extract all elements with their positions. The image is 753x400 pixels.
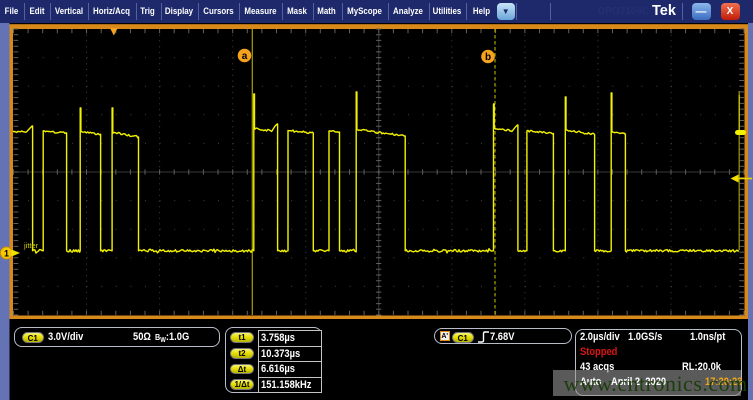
svg-text:jitter: jitter [23,241,39,250]
svg-text:1: 1 [4,249,9,259]
svg-text:b: b [485,52,491,63]
svg-text:a: a [242,51,248,62]
